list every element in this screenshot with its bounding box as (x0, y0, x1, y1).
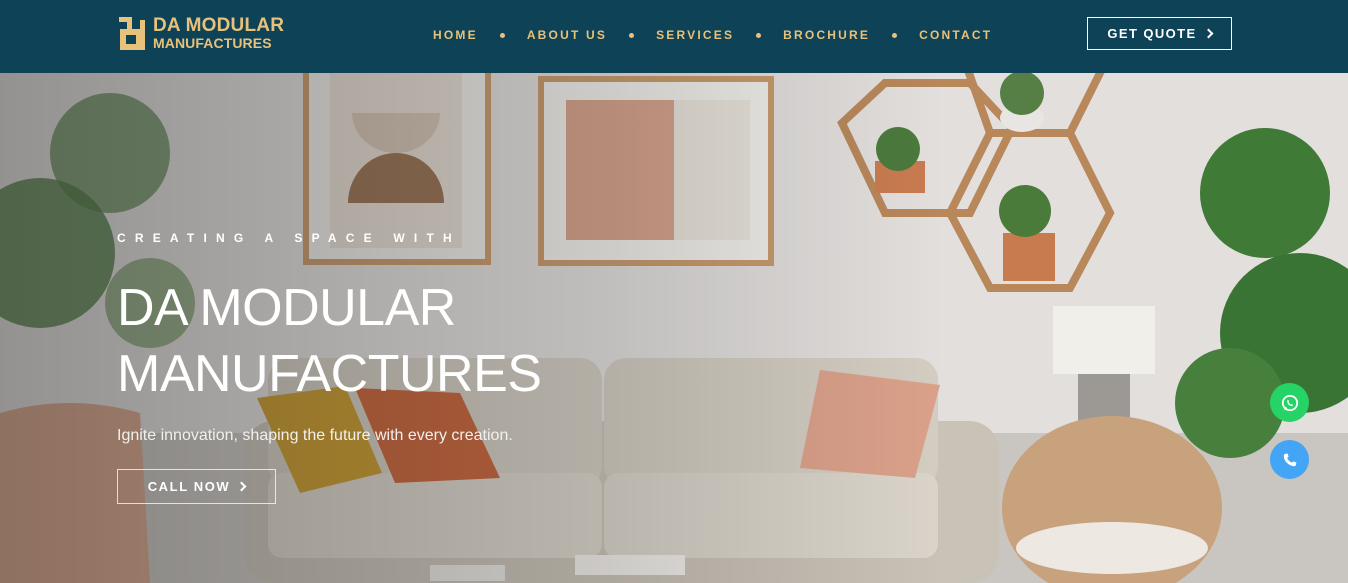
hero-section: CREATING A SPACE WITH DA MODULAR MANUFAC… (0, 73, 1348, 583)
chevron-right-icon (1203, 28, 1214, 39)
nav-item-contact[interactable]: CONTACT (919, 28, 992, 42)
nav-separator-dot (756, 32, 762, 38)
brand-name: DA MODULAR MANUFACTURES (153, 16, 284, 50)
brand-name-line2: MANUFACTURES (153, 35, 272, 51)
site-header: DA MODULAR MANUFACTURES HOME ABOUT US SE… (0, 0, 1348, 73)
get-quote-label: GET QUOTE (1107, 26, 1197, 41)
nav-separator-dot (499, 32, 505, 38)
nav-item-home[interactable]: HOME (433, 28, 478, 42)
call-now-label: CALL NOW (147, 479, 231, 494)
nav-separator-dot (629, 32, 635, 38)
phone-icon (1283, 453, 1296, 466)
hero-title-line1: DA MODULAR (117, 279, 456, 337)
call-now-button[interactable]: CALL NOW (117, 469, 276, 504)
whatsapp-button[interactable] (1270, 383, 1309, 422)
brand-logo[interactable]: DA MODULAR MANUFACTURES (118, 16, 284, 50)
main-nav: HOME ABOUT US SERVICES BROCHURE CONTACT (433, 28, 992, 42)
hero-subtitle: Ignite innovation, shaping the future wi… (117, 427, 513, 444)
hero-title-line2: MANUFACTURES (117, 345, 542, 403)
logo-mark-icon (118, 16, 148, 50)
nav-item-brochure[interactable]: BROCHURE (783, 28, 870, 42)
hero-title: DA MODULAR MANUFACTURES (117, 275, 542, 407)
phone-button[interactable] (1270, 440, 1309, 479)
nav-separator-dot (892, 32, 898, 38)
chevron-right-icon (236, 481, 247, 492)
brand-name-line1: DA MODULAR (153, 15, 285, 36)
nav-item-services[interactable]: SERVICES (656, 28, 734, 42)
get-quote-button[interactable]: GET QUOTE (1087, 17, 1232, 50)
nav-item-about-us[interactable]: ABOUT US (527, 28, 607, 42)
whatsapp-icon (1281, 394, 1298, 411)
hero-eyebrow: CREATING A SPACE WITH (117, 231, 461, 245)
